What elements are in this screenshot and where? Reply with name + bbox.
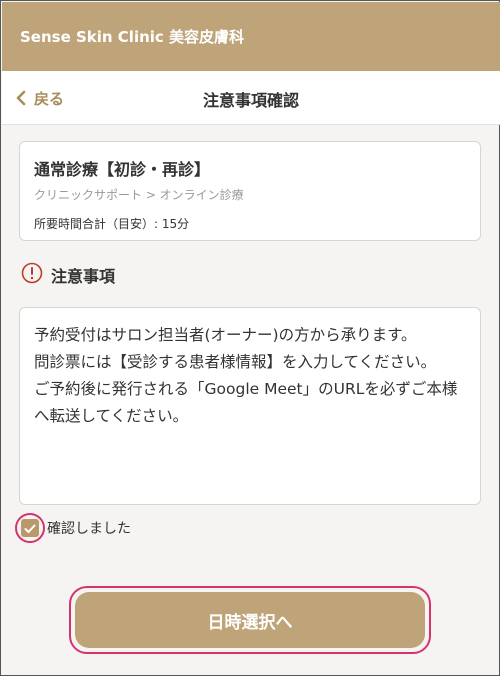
alert-circle-icon — [21, 262, 43, 288]
confirm-checkbox-highlight — [15, 513, 45, 543]
page-title: 注意事項確認 — [202, 91, 299, 110]
course-card: 通常診療【初診・再診】 クリニックサポート > オンライン診療 所要時間合計（目… — [19, 141, 481, 241]
clinic-title: Sense Skin Clinic 美容皮膚科 — [20, 28, 245, 46]
notice-box: 予約受付はサロン担当者(オーナー)の方から承ります。 問診票には【受診する患者様… — [19, 307, 481, 505]
app-header: Sense Skin Clinic 美容皮膚科 — [2, 2, 500, 71]
confirm-label: 確認しました — [47, 521, 131, 537]
next-datetime-button[interactable]: 日時選択へ — [75, 592, 425, 648]
notice-line: ご予約後に発行される「Google Meet」のURLを必ずご本様へ転送してくだ… — [34, 380, 458, 425]
next-button-highlight: 日時選択へ — [69, 586, 431, 654]
course-breadcrumb: クリニックサポート > オンライン診療 — [34, 188, 244, 202]
check-icon — [24, 519, 36, 538]
notice-title: 注意事項 — [51, 267, 116, 286]
confirm-checkbox[interactable] — [21, 519, 39, 537]
confirm-checkbox-row[interactable]: 確認しました — [15, 513, 131, 543]
notice-heading: 注意事項 — [21, 262, 116, 288]
notice-line: 予約受付はサロン担当者(オーナー)の方から承ります。 — [34, 326, 417, 344]
course-name: 通常診療【初診・再診】 — [34, 160, 211, 179]
app-frame: Sense Skin Clinic 美容皮膚科 戻る 注意事項確認 通常診療【初… — [0, 0, 500, 676]
nav-bar: 戻る 注意事項確認 — [2, 71, 500, 125]
notice-line: 問診票には【受診する患者様情報】を入力してください。 — [34, 353, 437, 371]
course-duration: 所要時間合計（目安）: 15分 — [34, 217, 190, 231]
